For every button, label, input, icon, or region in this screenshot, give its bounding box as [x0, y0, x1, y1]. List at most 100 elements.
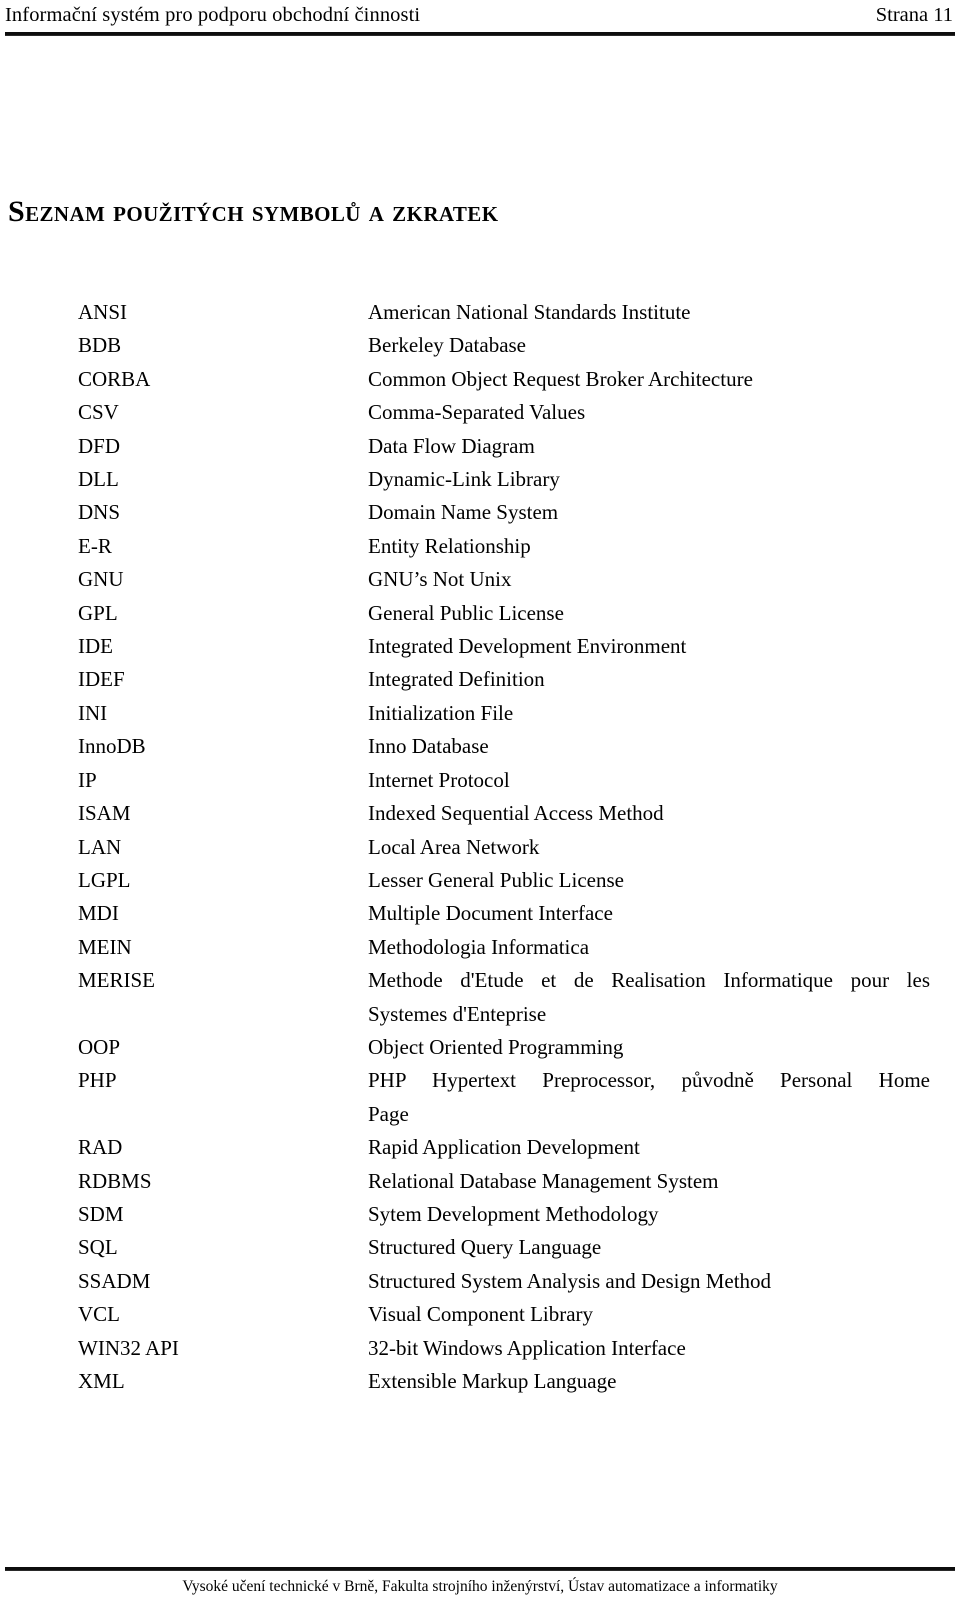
- abbreviation-row: ANSI American National Standards Institut…: [78, 296, 938, 329]
- abbreviation-term: OOP: [78, 1034, 121, 1059]
- header-rule: [5, 32, 955, 36]
- abbreviation-term: IDE: [78, 634, 113, 659]
- abbreviation-row: RAD Rapid Application Development: [78, 1131, 938, 1164]
- abbreviation-row: DLL Dynamic-Link Library: [78, 463, 938, 496]
- abbreviation-definition: Berkeley Database: [368, 333, 527, 358]
- abbreviation-definition: Indexed Sequential Access Method: [368, 801, 664, 826]
- abbreviation-term: INI: [78, 700, 108, 725]
- abbreviation-row: SQL Structured Query Language: [78, 1231, 938, 1264]
- abbreviation-row: BDB Berkeley Database: [78, 329, 938, 362]
- abbreviation-definition: Multiple Document Interface: [368, 901, 613, 926]
- abbreviation-term: CORBA: [78, 366, 151, 391]
- abbreviation-term: GNU: [78, 567, 124, 592]
- abbreviation-row: INI Initialization File: [78, 697, 938, 730]
- abbreviation-row: IP Internet Protocol: [78, 764, 938, 797]
- footer-rule: [5, 1567, 955, 1571]
- abbreviation-definition: Extensible Markup Language: [368, 1369, 617, 1393]
- abbreviation-row: MEIN Methodologia Informatica: [78, 931, 938, 964]
- abbreviation-definition: Common Object Request Broker Architectur…: [368, 366, 753, 391]
- abbreviation-definition: Visual Component Library: [368, 1302, 594, 1327]
- abbreviation-term: MDI: [78, 901, 119, 926]
- abbreviation-term: DLL: [78, 467, 119, 492]
- abbreviation-definition: American National Standards Institute: [368, 300, 691, 324]
- abbreviation-definition: Methode d'Etude et de Realisation Inform…: [368, 964, 930, 1031]
- abbreviation-row: InnoDB Inno Database: [78, 730, 938, 763]
- abbreviation-row: E-R Entity Relationship: [78, 530, 938, 563]
- running-header: Informační systém pro podporu obchodní č…: [5, 2, 955, 34]
- definition-line: Page: [368, 1101, 409, 1126]
- abbreviation-definition: Structured System Analysis and Design Me…: [368, 1268, 772, 1293]
- abbreviation-definition: Relational Database Management System: [368, 1168, 719, 1193]
- header-document-title: Informační systém pro podporu obchodní č…: [5, 4, 421, 26]
- abbreviation-definition: Lesser General Public License: [368, 867, 624, 892]
- abbreviation-definition: Inno Database: [368, 734, 489, 759]
- abbreviation-term: IDEF: [78, 667, 125, 692]
- abbreviation-definition: Integrated Development Environment: [368, 634, 687, 659]
- abbreviation-row: ISAM Indexed Sequential Access Method: [78, 797, 938, 830]
- abbreviation-term: LGPL: [78, 867, 131, 892]
- abbreviation-row: GNU GNU’s Not Unix: [78, 563, 938, 596]
- abbreviation-row: MDI Multiple Document Interface: [78, 897, 938, 930]
- abbreviation-term: SSADM: [78, 1268, 151, 1293]
- abbreviation-term: MEIN: [78, 934, 132, 959]
- abbreviation-row: WIN32 API 32-bit Windows Application Inte…: [78, 1332, 938, 1365]
- abbreviation-term: VCL: [78, 1302, 120, 1327]
- abbreviation-term: WIN32 API: [78, 1335, 179, 1360]
- header-page-number: Strana 11: [875, 4, 953, 26]
- abbreviation-row: VCL Visual Component Library: [78, 1298, 938, 1331]
- abbreviation-row: OOP Object Oriented Programming: [78, 1031, 938, 1064]
- abbreviation-definition: GNU’s Not Unix: [368, 567, 512, 592]
- abbreviation-definition: Methodologia Informatica: [368, 934, 590, 959]
- abbreviation-row: SSADM Structured System Analysis and Desi…: [78, 1265, 938, 1298]
- abbreviation-definition: Object Oriented Programming: [368, 1034, 624, 1059]
- abbreviation-definition: Domain Name System: [368, 500, 559, 525]
- abbreviation-term: InnoDB: [78, 734, 146, 759]
- abbreviation-definition: Rapid Application Development: [368, 1135, 640, 1160]
- abbreviation-term: BDB: [78, 333, 122, 358]
- abbreviation-definition: Comma-Separated Values: [368, 400, 586, 425]
- definition-line: Systemes d'Enteprise: [368, 1001, 547, 1026]
- abbreviation-definition: Dynamic-Link Library: [368, 467, 560, 492]
- abbreviation-definition: Initialization File: [368, 700, 514, 725]
- abbreviation-row: MERISE Methode d'Etude et de Realisation …: [78, 964, 938, 1031]
- abbreviation-row: CORBA Common Object Request Broker Archit…: [78, 363, 938, 396]
- abbreviation-row: LGPL Lesser General Public License: [78, 864, 938, 897]
- definition-line: PHP Hypertext Preprocessor, původně Pers…: [368, 1068, 930, 1093]
- abbreviation-definition: General Public License: [368, 600, 564, 625]
- footer-institution: Vysoké učení technické v Brně, Fakulta s…: [182, 1578, 778, 1595]
- abbreviation-definition: Sytem Development Methodology: [368, 1201, 659, 1226]
- document-page: Informační systém pro podporu obchodní č…: [0, 0, 960, 1611]
- abbreviation-definition: 32-bit Windows Application Interface: [368, 1335, 686, 1360]
- abbreviation-definition: Integrated Definition: [368, 667, 545, 692]
- abbreviation-row: RDBMS Relational Database Management Syst…: [78, 1165, 938, 1198]
- abbreviation-row: GPL General Public License: [78, 597, 938, 630]
- abbreviation-term: SDM: [78, 1201, 124, 1226]
- abbreviation-term: DNS: [78, 500, 121, 525]
- abbreviation-definition: Structured Query Language: [368, 1235, 602, 1260]
- abbreviation-definition: Internet Protocol: [368, 767, 510, 792]
- abbreviation-term: PHP: [78, 1068, 117, 1093]
- abbreviation-row: LAN Local Area Network: [78, 831, 938, 864]
- abbreviation-term: E-R: [78, 533, 112, 558]
- abbreviation-row: IDE Integrated Development Environment: [78, 630, 938, 663]
- abbreviation-term: IP: [78, 767, 97, 792]
- abbreviation-definition: Entity Relationship: [368, 533, 531, 558]
- abbreviation-list: ANSI American National Standards Institut…: [78, 296, 938, 1398]
- abbreviation-term: CSV: [78, 400, 119, 425]
- abbreviation-term: RDBMS: [78, 1168, 152, 1193]
- abbreviation-term: XML: [78, 1369, 125, 1393]
- abbreviation-term: ISAM: [78, 801, 131, 826]
- abbreviation-row: DFD Data Flow Diagram: [78, 430, 938, 463]
- abbreviation-definition: PHP Hypertext Preprocessor, původně Pers…: [368, 1064, 930, 1131]
- abbreviation-row: XML Extensible Markup Language: [78, 1365, 938, 1398]
- abbreviation-row: CSV Comma-Separated Values: [78, 396, 938, 429]
- abbreviation-term: LAN: [78, 834, 122, 859]
- abbreviation-row: PHP PHP Hypertext Preprocessor, původně P…: [78, 1064, 938, 1131]
- abbreviation-term: DFD: [78, 433, 121, 458]
- abbreviation-definition: Data Flow Diagram: [368, 433, 535, 458]
- abbreviation-term: ANSI: [78, 300, 128, 324]
- abbreviation-definition: Local Area Network: [368, 834, 540, 859]
- abbreviation-term: SQL: [78, 1235, 118, 1260]
- abbreviation-term: MERISE: [78, 968, 156, 993]
- abbreviation-term: RAD: [78, 1135, 123, 1160]
